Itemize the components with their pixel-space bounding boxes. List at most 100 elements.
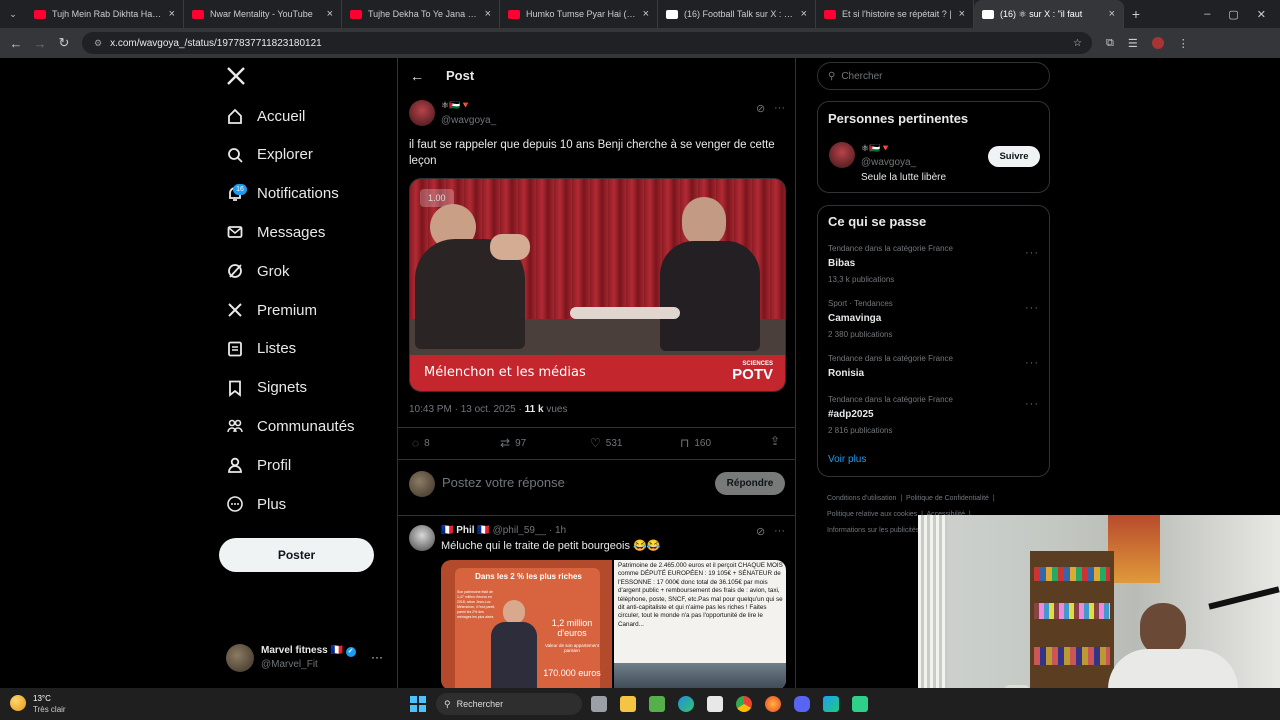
weather-icon[interactable] — [10, 695, 26, 711]
repost-action[interactable]: ⇄ 97 — [500, 436, 526, 450]
nav-item-profil[interactable]: Profil — [226, 450, 291, 480]
reply-more-icon[interactable]: ··· — [774, 525, 785, 537]
relevant-avatar[interactable] — [829, 142, 855, 168]
author-name[interactable]: ⚛🇵🇸🔻 — [441, 100, 471, 111]
file-explorer-icon[interactable] — [620, 696, 636, 712]
relevant-handle[interactable]: @wavgoya_ — [861, 157, 916, 168]
reload-icon[interactable]: ↻ — [52, 35, 76, 51]
reply-image-2[interactable]: Patrimoine de 2.465.000 euros et il perç… — [614, 560, 786, 688]
minimize-icon[interactable]: – — [1204, 8, 1210, 21]
footer-privacy[interactable]: Politique de Confidentialité — [906, 495, 989, 502]
task-view-icon[interactable] — [591, 696, 607, 712]
see-more-link[interactable]: Voir plus — [828, 454, 866, 465]
nav-item-messages[interactable]: Messages — [226, 217, 325, 247]
nav-item-explorer[interactable]: Explorer — [226, 140, 313, 170]
browser-tab[interactable]: (16) Football Talk sur X : "Lamin × — [658, 0, 816, 28]
extensions-icon[interactable]: ⧉ — [1106, 37, 1114, 50]
nav-item-premium[interactable]: Premium — [226, 295, 317, 325]
edge-icon[interactable] — [678, 696, 694, 712]
relevant-name[interactable]: ⚛🇵🇸🔻 — [861, 143, 891, 154]
taskbar-search-icon: ⚲ — [444, 698, 451, 709]
trend-item[interactable]: Tendance dans la catégorie France Ronisia — [828, 354, 953, 379]
back-arrow-icon[interactable]: ← — [410, 68, 424, 84]
author-avatar[interactable] — [409, 100, 435, 126]
trend-item[interactable]: Tendance dans la catégorie France #adp202… — [828, 395, 953, 435]
nav-item-notifications[interactable]: 16 Notifications — [226, 179, 339, 209]
reply-images[interactable]: Dans les 2 % les plus riches Son patrimo… — [441, 560, 786, 688]
share-icon[interactable]: ⇪ — [770, 434, 780, 448]
windows-start-icon[interactable] — [410, 696, 426, 712]
footer-terms[interactable]: Conditions d'utilisation — [827, 495, 896, 502]
reply-image-1[interactable]: Dans les 2 % les plus riches Son patrimo… — [441, 560, 612, 688]
post-video[interactable]: 1.00 Mélenchon et les médias SCIENCES PO… — [409, 178, 786, 392]
site-info-icon[interactable]: ⚙ — [94, 38, 102, 49]
reply-input[interactable]: Postez votre réponse — [442, 475, 565, 490]
grok-icon[interactable]: ⊘ — [756, 102, 765, 115]
browser-tab[interactable]: (16) ⚛ sur X : "il faut × — [974, 0, 1124, 28]
trend-item[interactable]: Tendance dans la catégorie France Bibas 13… — [828, 244, 953, 284]
post-time[interactable]: 10:43 PM · 13 oct. 2025 · — [409, 404, 525, 415]
reply-author-name[interactable]: 🇫🇷 Phil 🇫🇷 — [441, 525, 490, 536]
tab-close-icon[interactable]: × — [169, 8, 175, 20]
tab-close-icon[interactable]: × — [643, 8, 649, 20]
reply-action[interactable]: ◌ 8 — [412, 436, 430, 450]
browser-tab[interactable]: Nwar Mentality - YouTube × — [184, 0, 342, 28]
footer-cookies[interactable]: Politique relative aux cookies — [827, 511, 917, 518]
forward-icon[interactable]: → — [28, 36, 52, 51]
trend-more-icon[interactable]: ··· — [1025, 247, 1039, 259]
app-icon[interactable] — [823, 696, 839, 712]
reply-grok-icon[interactable]: ⊘ — [756, 525, 765, 538]
nav-item-grok[interactable]: Grok — [226, 256, 290, 286]
reply-button[interactable]: Répondre — [715, 472, 785, 495]
tab-close-icon[interactable]: × — [327, 8, 333, 20]
footer-ads[interactable]: Informations sur les publicités — [827, 527, 919, 534]
maximize-icon[interactable]: ▢ — [1228, 8, 1238, 21]
tab-close-icon[interactable]: × — [959, 8, 965, 20]
browser-tab[interactable]: Tujh Mein Rab Dikhta Hai Song × — [26, 0, 184, 28]
reply-author-handle[interactable]: @phil_59__ · 1h — [493, 525, 567, 536]
like-action[interactable]: ♡ 531 — [590, 436, 622, 450]
trend-more-icon[interactable]: ··· — [1025, 357, 1039, 369]
nvidia-icon[interactable] — [649, 696, 665, 712]
tab-close-icon[interactable]: × — [485, 8, 491, 20]
bookmark-star-icon[interactable]: ☆ — [1073, 38, 1082, 49]
chrome-icon[interactable] — [736, 696, 752, 712]
trend-more-icon[interactable]: ··· — [1025, 302, 1039, 314]
nav-item-listes[interactable]: Listes — [226, 334, 296, 364]
bookmark-action[interactable]: ⊓ 160 — [680, 436, 711, 450]
post-button[interactable]: Poster — [219, 538, 374, 572]
search-box[interactable]: ⚲ Chercher — [817, 62, 1050, 90]
trend-item[interactable]: Sport · Tendances Camavinga 2 380 publicat… — [828, 299, 893, 339]
taskbar-search[interactable]: ⚲ Rechercher — [436, 693, 582, 715]
post-more-icon[interactable]: ··· — [774, 102, 785, 114]
profile-avatar-icon[interactable] — [1151, 36, 1164, 49]
account-menu-icon[interactable]: ··· — [371, 650, 383, 664]
tool-app-icon[interactable] — [852, 696, 868, 712]
nav-item-accueil[interactable]: Accueil — [226, 101, 305, 131]
menu-icon[interactable]: ⋮ — [1178, 37, 1189, 50]
browser-tab[interactable]: Humko Tumse Pyar Hai (2006) × — [500, 0, 658, 28]
new-tab-icon[interactable]: + — [1124, 6, 1148, 22]
tab-close-icon[interactable]: × — [801, 8, 807, 20]
discord-icon[interactable] — [794, 696, 810, 712]
author-handle[interactable]: @wavgoya_ — [441, 115, 496, 126]
tab-close-icon[interactable]: × — [1109, 8, 1115, 20]
firefox-icon[interactable] — [765, 696, 781, 712]
search-input[interactable]: Chercher — [841, 71, 882, 82]
back-icon[interactable]: ← — [4, 36, 28, 51]
tab-search-icon[interactable]: ⌄ — [0, 0, 26, 28]
store-icon[interactable] — [707, 696, 723, 712]
window-close-icon[interactable]: ✕ — [1257, 8, 1266, 21]
reading-list-icon[interactable]: ☰ — [1128, 37, 1138, 50]
nav-item-signets[interactable]: Signets — [226, 373, 307, 403]
account-avatar[interactable] — [226, 644, 254, 672]
reply-author-avatar[interactable] — [409, 525, 435, 551]
nav-item-plus[interactable]: Plus — [226, 489, 286, 519]
browser-tab[interactable]: Tujhe Dekha To Ye Jana sanam × — [342, 0, 500, 28]
url-field[interactable]: ⚙ x.com/wavgoya_/status/1977837711823180… — [82, 32, 1092, 54]
nav-item-communauts[interactable]: Communautés — [226, 411, 355, 441]
x-logo-icon[interactable] — [226, 66, 246, 86]
trend-more-icon[interactable]: ··· — [1025, 398, 1039, 410]
follow-button[interactable]: Suivre — [988, 146, 1040, 167]
browser-tab[interactable]: Et si l'histoire se répétait ? | × — [816, 0, 974, 28]
